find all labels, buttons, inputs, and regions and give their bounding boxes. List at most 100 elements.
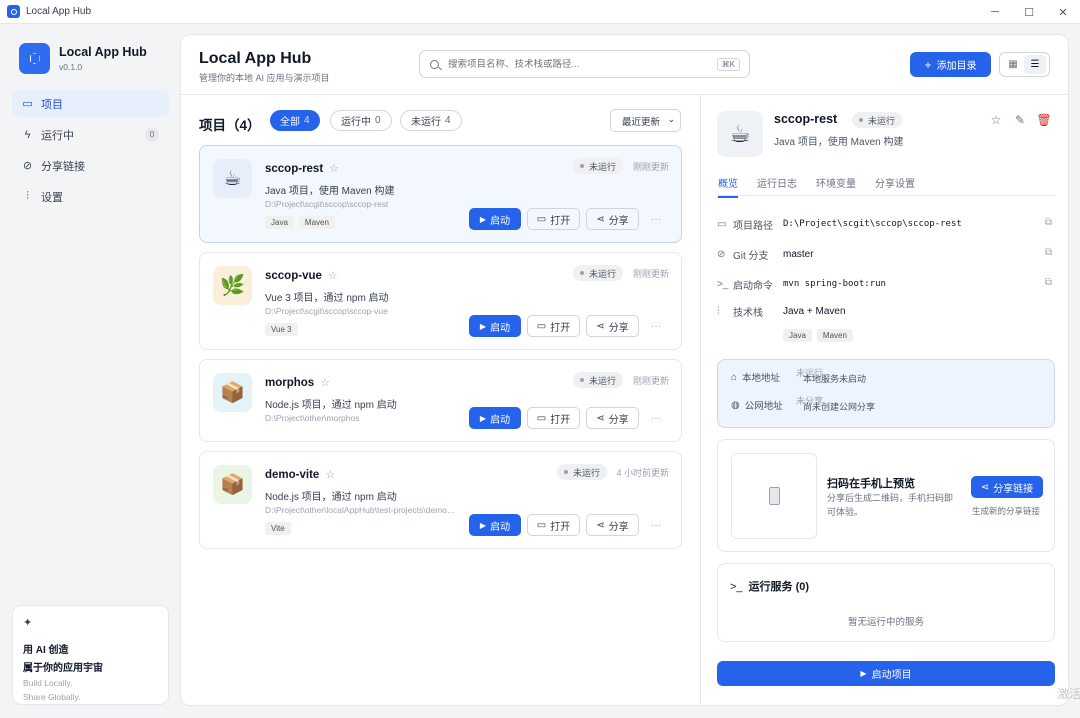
more-icon[interactable]: ··· <box>645 514 667 536</box>
star-icon[interactable]: ☆ <box>328 270 338 282</box>
project-name: sccop-vue <box>265 270 322 282</box>
search-input[interactable] <box>448 58 749 70</box>
project-path: D:\Project\other\morphos <box>265 413 360 423</box>
open-button[interactable]: ▭ 打开 <box>527 514 580 536</box>
minimize-button[interactable]: ─ <box>978 0 1012 24</box>
share-icon: ⋖ <box>980 481 990 493</box>
share-link-button[interactable]: ⋖ 分享链接 <box>971 476 1043 498</box>
qr-preview-card: 扫码在手机上预览 分享后生成二维码，手机扫码即可体验。 ⋖ 分享链接 生成新的分享… <box>717 439 1055 552</box>
project-name: demo-vite <box>265 469 320 481</box>
edit-icon[interactable]: ✎ <box>1008 113 1032 127</box>
project-card-morphos[interactable]: 📦 morphos ☆ 未运行 刚刚更新 Node.js 项目，通过 npm 启动… <box>199 359 682 442</box>
local-address-label: 本地地址 <box>742 373 781 384</box>
terminal-icon: >_ <box>730 581 743 593</box>
filter-stopped[interactable]: 未运行 4 <box>400 110 462 131</box>
trash-icon[interactable]: 🗑 <box>1032 113 1056 127</box>
open-button[interactable]: ▭ 打开 <box>527 315 580 337</box>
sort-select[interactable]: 最近更新 ⌄ <box>610 109 681 132</box>
app-logo-icon <box>7 5 20 18</box>
folder-open-icon: ▭ <box>536 213 547 225</box>
detail-desc: Java 项目，使用 Maven 构建 <box>774 137 904 148</box>
status-badge: 未运行 <box>572 265 623 281</box>
info-row-command: >_ 启动命令 mvn spring-boot:run ⧉ <box>717 276 1055 292</box>
grid-view-icon[interactable]: ▦ <box>1002 55 1024 74</box>
share-button[interactable]: ⋖ 分享 <box>586 514 639 536</box>
start-project-button[interactable]: ▶ 启动项目 <box>717 661 1055 686</box>
more-icon[interactable]: ··· <box>645 407 667 429</box>
more-icon[interactable]: ··· <box>645 315 667 337</box>
sidebar-item-projects[interactable]: ▭ 项目 <box>12 90 169 117</box>
header: Local App Hub 管理你的本地 AI 应用与演示项目 ⌘K + 添加目… <box>181 35 1068 95</box>
public-address-value: 尚未创建公网分享 <box>803 402 876 412</box>
folder-open-icon: ▭ <box>536 519 547 531</box>
bolt-icon: ϟ <box>24 128 31 141</box>
close-button[interactable]: ✕ <box>1046 0 1080 24</box>
play-icon: ▶ <box>479 214 487 224</box>
share-button[interactable]: ⋖ 分享 <box>586 208 639 230</box>
open-label: 打开 <box>550 521 571 533</box>
open-button[interactable]: ▭ 打开 <box>527 208 580 230</box>
search-box[interactable]: ⌘K <box>419 50 750 78</box>
start-button[interactable]: ▶ 启动 <box>469 407 521 429</box>
page-title: Local App Hub <box>199 50 312 67</box>
share-button[interactable]: ⋖ 分享 <box>586 407 639 429</box>
filter-running[interactable]: 运行中 0 <box>330 110 392 131</box>
hub-logo-icon <box>19 43 50 74</box>
project-emoji: 📦 <box>220 382 245 404</box>
share-label: 分享 <box>608 215 629 227</box>
status-badge: 未运行 <box>556 464 607 480</box>
link-icon: ⊘ <box>717 248 726 260</box>
plus-icon: + <box>924 57 932 72</box>
start-button[interactable]: ▶ 启动 <box>469 315 521 337</box>
terminal-icon: >_ <box>717 278 729 290</box>
project-desc: Node.js 项目，通过 npm 启动 <box>265 492 397 503</box>
share-link-label: 分享链接 <box>993 483 1034 495</box>
copy-icon[interactable]: ⧉ <box>1045 247 1052 258</box>
sparkle-icon: ✦ <box>23 617 33 629</box>
copy-icon[interactable]: ⧉ <box>1045 217 1052 228</box>
folder-open-icon: ▭ <box>536 320 547 332</box>
project-desc: Vue 3 项目，通过 npm 启动 <box>265 293 389 304</box>
project-card-sccop-vue[interactable]: 🌿 sccop-vue ☆ 未运行 刚刚更新 Vue 3 项目，通过 npm 启动… <box>199 252 682 350</box>
open-button[interactable]: ▭ 打开 <box>527 407 580 429</box>
updated-time: 刚刚更新 <box>632 269 669 279</box>
share-icon: ⋖ <box>596 213 605 225</box>
sidebar-nav: ▭ 项目 ϟ 运行中 0 ⊘ 分享链接 ⫶ 设置 <box>12 90 169 214</box>
public-address-row: ◍ 公网地址 未分享 尚未创建公网分享 <box>731 396 875 412</box>
more-icon[interactable]: ··· <box>645 208 667 230</box>
sidebar-item-settings[interactable]: ⫶ 设置 <box>12 183 169 210</box>
filter-count: 0 <box>375 115 381 126</box>
share-label: 分享 <box>608 414 629 426</box>
main-panel: Local App Hub 管理你的本地 AI 应用与演示项目 ⌘K + 添加目… <box>180 34 1069 706</box>
info-value: mvn spring-boot:run <box>783 279 886 289</box>
star-icon[interactable]: ☆ <box>984 113 1008 127</box>
start-label: 启动 <box>490 322 511 334</box>
share-button[interactable]: ⋖ 分享 <box>586 315 639 337</box>
running-count-badge: 0 <box>145 128 159 142</box>
add-directory-button[interactable]: + 添加目录 <box>910 52 991 77</box>
star-icon[interactable]: ☆ <box>325 469 335 481</box>
start-button[interactable]: ▶ 启动 <box>469 514 521 536</box>
add-directory-label: 添加目录 <box>936 61 977 72</box>
star-icon[interactable]: ☆ <box>329 163 339 175</box>
project-emoji: ☕ <box>223 168 242 190</box>
project-desc: Node.js 项目，通过 npm 启动 <box>265 400 397 411</box>
star-icon[interactable]: ☆ <box>320 377 330 389</box>
filter-all[interactable]: 全部 4 <box>270 110 320 131</box>
globe-icon: ◍ <box>731 399 740 411</box>
start-button[interactable]: ▶ 启动 <box>469 208 521 230</box>
copy-icon[interactable]: ⧉ <box>1045 277 1052 288</box>
open-label: 打开 <box>550 322 571 334</box>
sidebar-item-running[interactable]: ϟ 运行中 0 <box>12 121 169 148</box>
info-value: D:\Project\scgit\sccop\sccop-rest <box>783 219 962 229</box>
box-icon: 📦 <box>213 373 252 412</box>
sidebar-item-share-links[interactable]: ⊘ 分享链接 <box>12 152 169 179</box>
maximize-button[interactable]: ☐ <box>1012 0 1046 24</box>
list-view-icon[interactable]: ☰ <box>1024 55 1046 74</box>
project-card-demo-vite[interactable]: 📦 demo-vite ☆ 未运行 4 小时前更新 Node.js 项目，通过 n… <box>199 451 682 549</box>
detail-name: sccop-rest <box>774 112 838 126</box>
running-empty: 暂无运行中的服务 <box>847 617 924 628</box>
project-card-sccop-rest[interactable]: ☕ sccop-rest ☆ 未运行 刚刚更新 Java 项目，使用 Maven … <box>199 145 682 243</box>
info-value: Java + Maven <box>783 305 846 317</box>
running-title: 运行服务 (0) <box>748 581 810 593</box>
